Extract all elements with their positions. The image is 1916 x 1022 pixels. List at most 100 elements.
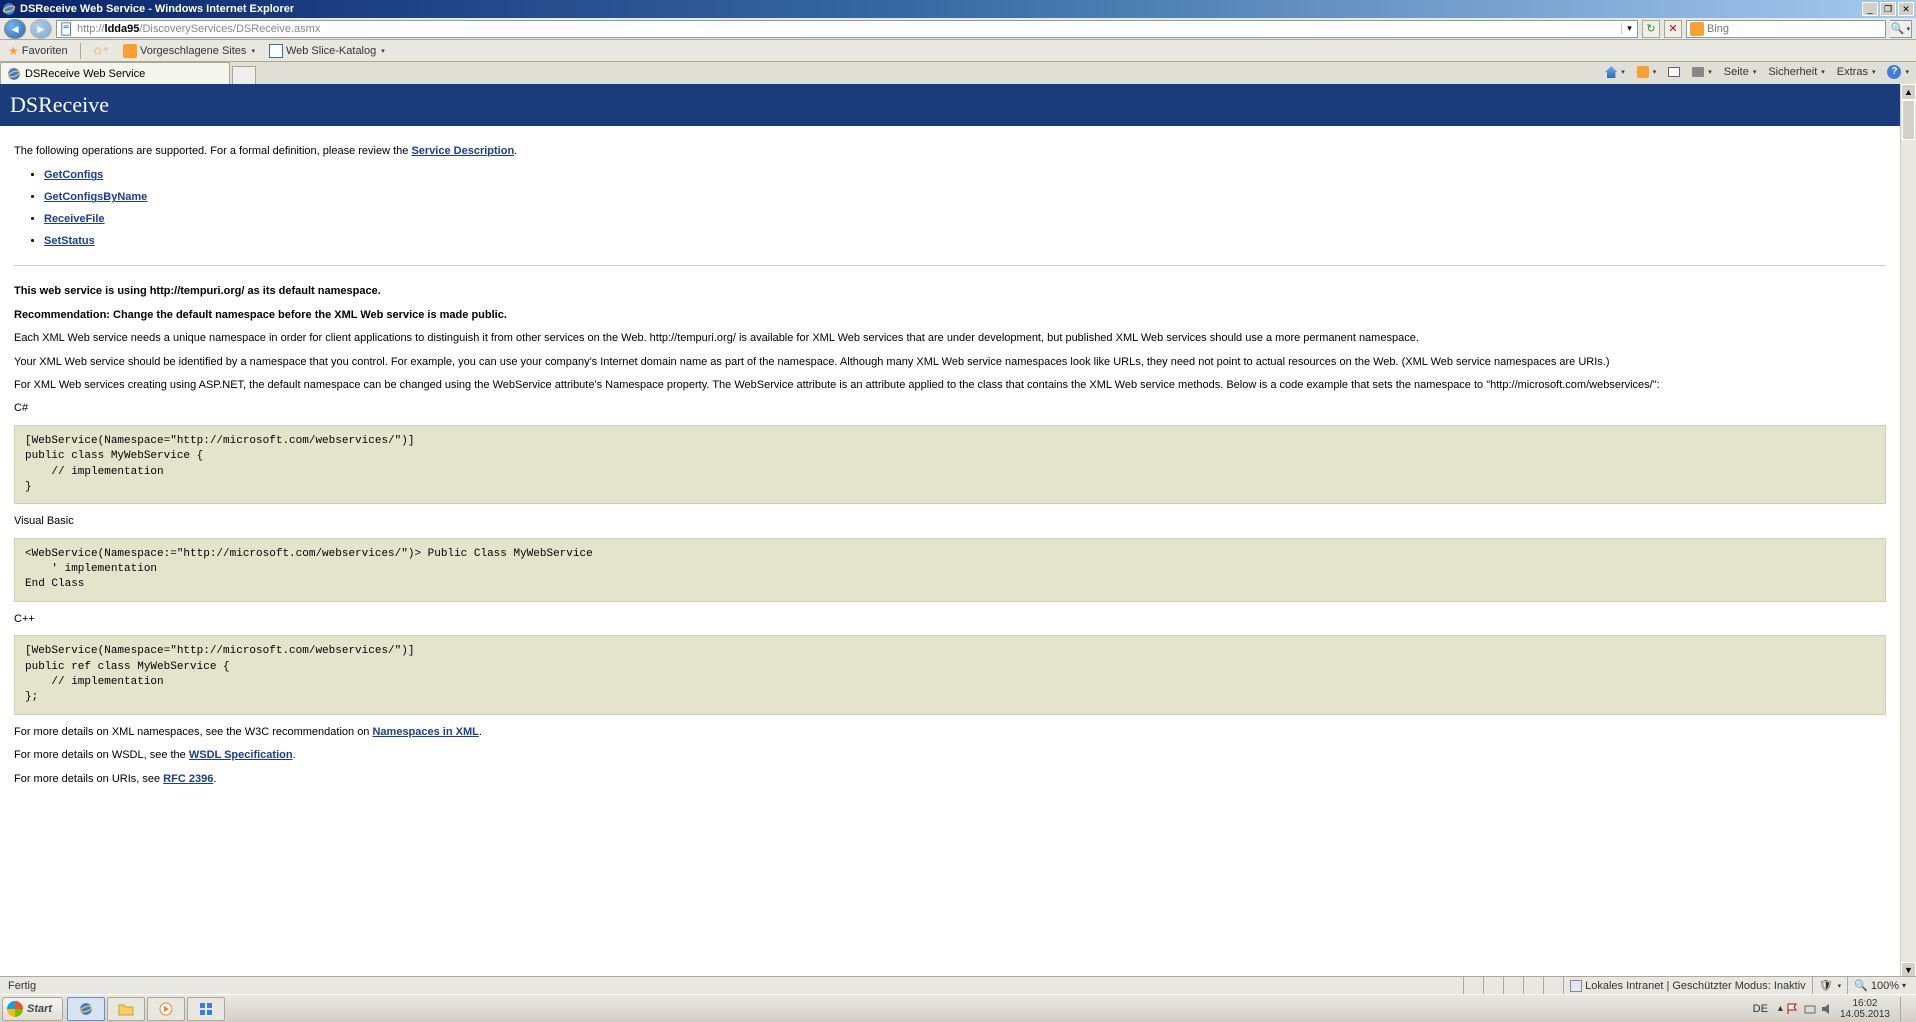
- search-input[interactable]: [1707, 23, 1885, 35]
- op-link-receivefile[interactable]: ReceiveFile: [44, 213, 105, 225]
- taskbar: Start DE ▴ 16:02 14.05.2013: [0, 994, 1916, 1022]
- address-bar[interactable]: http://ldda95/DiscoveryServices/DSReceiv…: [56, 20, 1638, 38]
- namespaces-xml-link[interactable]: Namespaces in XML: [372, 726, 478, 738]
- print-icon: [1692, 67, 1704, 77]
- list-item: SetStatus: [44, 235, 1886, 247]
- tools-menu[interactable]: Extras▾: [1834, 65, 1879, 79]
- bing-icon: [1690, 22, 1704, 36]
- url-path: /DiscoveryServices/DSReceive.asmx: [139, 23, 320, 35]
- rss-icon: [1637, 66, 1649, 78]
- scroll-up-button[interactable]: ▲: [1901, 84, 1916, 100]
- favorites-bar: ★Favoriten ✩⁺ Vorgeschlagene Sites▾ Web …: [0, 40, 1916, 62]
- status-panel: [1543, 977, 1563, 994]
- show-desktop-button[interactable]: [1900, 997, 1908, 1021]
- start-button[interactable]: Start: [2, 997, 63, 1021]
- taskbar-media-button[interactable]: [147, 997, 185, 1021]
- new-tab-button[interactable]: [232, 66, 256, 84]
- grid-icon: [199, 1002, 213, 1016]
- favorites-button[interactable]: ★Favoriten: [4, 43, 72, 59]
- stop-button[interactable]: ✕: [1664, 20, 1682, 38]
- command-bar: ▾ ▾ ▾ Seite▾ Sicherheit▾ Extras▾ ?▾: [1602, 64, 1912, 80]
- language-indicator[interactable]: DE: [1749, 1003, 1772, 1015]
- webslice-link[interactable]: Web Slice-Katalog▾: [265, 43, 389, 59]
- page-icon: [269, 44, 283, 58]
- zoom-control[interactable]: 🔍 100%: [1847, 977, 1912, 994]
- search-box[interactable]: [1686, 20, 1886, 38]
- service-description-link[interactable]: Service Description: [411, 145, 514, 157]
- vertical-scrollbar[interactable]: ▲ ▼: [1900, 84, 1916, 978]
- taskbar-explorer-button[interactable]: [107, 997, 145, 1021]
- navigation-bar: ◄ ► http://ldda95/DiscoveryServices/DSRe…: [0, 18, 1916, 40]
- wsdl-spec-link[interactable]: WSDL Specification: [189, 749, 293, 761]
- status-panel: [1463, 977, 1483, 994]
- taskbar-ie-button[interactable]: [67, 997, 105, 1021]
- page-viewport[interactable]: DSReceive The following operations are s…: [0, 84, 1900, 978]
- chevron-down-icon: ▾: [251, 47, 255, 55]
- suggested-sites-link[interactable]: Vorgeschlagene Sites▾: [119, 43, 259, 59]
- protected-mode-toggle[interactable]: 🛡▾: [1812, 977, 1847, 994]
- search-go-button[interactable]: 🔍▾: [1890, 20, 1912, 38]
- content-area: DSReceive The following operations are s…: [0, 84, 1916, 994]
- more-text: For more details on XML namespaces, see …: [14, 725, 1886, 740]
- folder-icon: [118, 1002, 134, 1016]
- safety-menu[interactable]: Sicherheit▾: [1765, 65, 1827, 79]
- tab-active[interactable]: DSReceive Web Service: [0, 62, 230, 84]
- flag-icon[interactable]: [1786, 1002, 1800, 1016]
- scroll-thumb[interactable]: [1902, 100, 1915, 140]
- windows-icon: [7, 1001, 23, 1017]
- ie-icon: [7, 67, 21, 81]
- address-input[interactable]: [320, 21, 1621, 37]
- play-icon: [159, 1002, 173, 1016]
- add-favorite-button[interactable]: ✩⁺: [89, 43, 113, 59]
- system-tray: DE ▴ 16:02 14.05.2013: [1743, 997, 1914, 1021]
- more-text: For more details on WSDL, see the WSDL S…: [14, 748, 1886, 763]
- minimize-button[interactable]: [1862, 2, 1878, 16]
- page-menu[interactable]: Seite▾: [1721, 65, 1760, 79]
- refresh-button[interactable]: ↻: [1642, 20, 1660, 38]
- code-block-cpp: [WebService(Namespace="http://microsoft.…: [14, 635, 1886, 715]
- page-title: DSReceive: [0, 84, 1900, 126]
- help-button[interactable]: ?▾: [1884, 64, 1912, 80]
- status-text: Fertig: [4, 980, 40, 992]
- mail-button[interactable]: [1665, 66, 1683, 78]
- feeds-button[interactable]: ▾: [1634, 65, 1660, 79]
- op-link-getconfigs[interactable]: GetConfigs: [44, 169, 103, 181]
- tab-label: DSReceive Web Service: [25, 68, 145, 80]
- list-item: GetConfigs: [44, 169, 1886, 181]
- clock[interactable]: 16:02 14.05.2013: [1840, 998, 1890, 1020]
- code-label-cs: C#: [14, 401, 1886, 416]
- window-title: DSReceive Web Service - Windows Internet…: [20, 3, 1862, 15]
- ie-icon: [2, 2, 16, 16]
- chevron-down-icon: ▾: [381, 47, 385, 55]
- body-text: Each XML Web service needs a unique name…: [14, 331, 1886, 346]
- code-label-vb: Visual Basic: [14, 514, 1886, 529]
- home-button[interactable]: ▾: [1602, 65, 1628, 79]
- close-button[interactable]: [1898, 2, 1914, 16]
- security-zone[interactable]: Lokales Intranet | Geschützter Modus: In…: [1563, 977, 1812, 994]
- forward-button[interactable]: ►: [30, 19, 52, 39]
- back-button[interactable]: ◄: [4, 19, 26, 39]
- body-text: Your XML Web service should be identifie…: [14, 355, 1886, 370]
- volume-icon[interactable]: [1820, 1002, 1834, 1016]
- list-item: ReceiveFile: [44, 213, 1886, 225]
- divider: [14, 265, 1886, 266]
- operations-list: GetConfigs GetConfigsByName ReceiveFile …: [44, 169, 1886, 247]
- recommendation-heading: Recommendation: Change the default names…: [14, 308, 1886, 323]
- intro-text: The following operations are supported. …: [14, 144, 1886, 159]
- op-link-setstatus[interactable]: SetStatus: [44, 235, 95, 247]
- address-dropdown[interactable]: ▾: [1621, 23, 1637, 34]
- list-item: GetConfigsByName: [44, 191, 1886, 203]
- tray-expand-icon[interactable]: ▴: [1778, 1003, 1783, 1014]
- mail-icon: [1668, 67, 1680, 77]
- code-block-vb: <WebService(Namespace:="http://microsoft…: [14, 538, 1886, 602]
- status-panel: [1503, 977, 1523, 994]
- rfc2396-link[interactable]: RFC 2396: [163, 773, 213, 785]
- more-text: For more details on URIs, see RFC 2396.: [14, 772, 1886, 787]
- site-icon: [123, 44, 137, 58]
- taskbar-app-button[interactable]: [187, 997, 225, 1021]
- print-button[interactable]: ▾: [1689, 66, 1715, 78]
- maximize-button[interactable]: [1880, 2, 1896, 16]
- network-icon[interactable]: [1803, 1002, 1817, 1016]
- page-icon: [60, 22, 74, 36]
- op-link-getconfigsbyname[interactable]: GetConfigsByName: [44, 191, 147, 203]
